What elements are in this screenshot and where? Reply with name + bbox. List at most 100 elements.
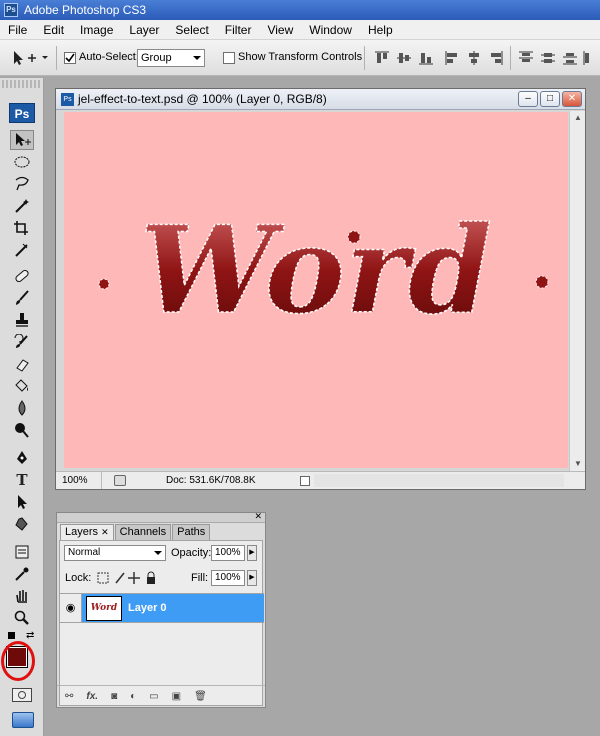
path-selection-icon[interactable] — [10, 492, 34, 512]
pen-tool-icon[interactable] — [10, 448, 34, 468]
scroll-down-icon[interactable]: ▼ — [573, 459, 583, 469]
menu-window[interactable]: Window — [301, 20, 360, 40]
crop-tool-icon[interactable] — [10, 218, 34, 238]
canvas-word-text: Word — [140, 200, 492, 341]
screen-mode-icon[interactable] — [12, 712, 34, 728]
align-right-icon[interactable] — [488, 50, 504, 66]
tab-close-icon[interactable]: ✕ — [101, 527, 109, 537]
align-bottom-icon[interactable] — [418, 50, 434, 66]
menu-bar: File Edit Image Layer Select Filter View Window… — [0, 20, 600, 40]
custom-shape-icon[interactable] — [10, 514, 34, 534]
blend-mode-dropdown[interactable]: Normal — [64, 545, 166, 561]
panel-close-icon[interactable]: ✕ — [254, 511, 262, 522]
tab-channels[interactable]: Channels — [114, 524, 172, 540]
zoom-tool-icon[interactable] — [10, 608, 34, 628]
status-arrow-icon[interactable] — [300, 476, 310, 486]
move-tool-preset-icon[interactable] — [6, 49, 50, 67]
default-colors-icon[interactable] — [8, 632, 15, 639]
paint-bucket-icon[interactable] — [10, 376, 34, 396]
options-separator — [364, 46, 365, 70]
auto-select-checkbox[interactable] — [64, 52, 76, 64]
eraser-icon[interactable] — [10, 354, 34, 374]
distribute-bottom-icon[interactable] — [562, 50, 578, 66]
trash-icon[interactable]: 🗑 — [194, 691, 207, 702]
layer-row[interactable]: ◉ Word Layer 0 — [60, 593, 264, 623]
opacity-arrow-icon[interactable]: ▶ — [247, 545, 257, 561]
align-top-icon[interactable] — [374, 50, 390, 66]
dodge-tool-icon[interactable] — [10, 420, 34, 440]
slice-tool-icon[interactable] — [10, 240, 34, 260]
tab-layers[interactable]: Layers ✕ — [60, 524, 114, 540]
eyedropper-icon[interactable] — [10, 564, 34, 584]
eye-icon[interactable]: ◉ — [60, 594, 82, 622]
fill-arrow-icon[interactable]: ▶ — [247, 570, 257, 586]
marquee-tool-icon[interactable] — [10, 152, 34, 172]
magic-wand-tool-icon[interactable] — [10, 196, 34, 216]
new-layer-icon[interactable]: ▣ — [172, 691, 181, 702]
type-tool-icon[interactable]: T — [10, 470, 34, 490]
swap-colors-icon[interactable]: ⇄ — [26, 630, 34, 641]
toolbox: Ps T ⇄ — [0, 78, 44, 736]
fill-label: Fill: — [191, 572, 209, 584]
align-left-icon[interactable] — [444, 50, 460, 66]
quick-mask-icon[interactable] — [12, 688, 32, 702]
distribute-center-icon[interactable] — [540, 50, 556, 66]
horizontal-scrollbar[interactable] — [314, 474, 564, 487]
status-menu-icon[interactable] — [114, 475, 126, 486]
tab-paths[interactable]: Paths — [172, 524, 211, 540]
show-transform-checkbox[interactable] — [223, 52, 235, 64]
maximize-button[interactable]: □ — [540, 91, 560, 107]
vertical-scrollbar[interactable]: ▲ ▼ — [569, 111, 585, 471]
menu-help[interactable]: Help — [360, 20, 401, 40]
layer-thumbnail: Word — [86, 596, 122, 621]
blend-mode-value: Normal — [68, 547, 101, 558]
canvas-dot-left — [98, 278, 110, 290]
canvas-dot-top — [347, 230, 361, 244]
close-button[interactable]: ✕ — [562, 91, 582, 107]
menu-view[interactable]: View — [259, 20, 301, 40]
panel-header[interactable]: ✕ — [57, 511, 265, 523]
menu-filter[interactable]: Filter — [217, 20, 260, 40]
menu-file[interactable]: File — [0, 20, 35, 40]
distribute-top-icon[interactable] — [518, 50, 534, 66]
hand-tool-icon[interactable] — [10, 586, 34, 606]
fill-input[interactable]: 100% — [211, 570, 245, 586]
app-title: Adobe Photoshop CS3 — [24, 3, 147, 17]
options-bar: Auto-Select: Group Show Transform Contro… — [0, 40, 600, 76]
canvas-artwork: Word — [98, 199, 549, 342]
folder-icon[interactable]: ▭ — [149, 691, 158, 702]
mask-icon[interactable]: ◙ — [111, 691, 117, 702]
scroll-up-icon[interactable]: ▲ — [573, 113, 583, 123]
menu-image[interactable]: Image — [72, 20, 121, 40]
move-tool-icon[interactable] — [10, 130, 34, 150]
adjustment-layer-icon[interactable]: ◐ — [130, 691, 136, 702]
layer-name[interactable]: Layer 0 — [128, 594, 167, 622]
panel-tabs: Layers ✕ Channels Paths — [60, 524, 211, 540]
blur-tool-icon[interactable] — [10, 398, 34, 418]
align-vertical-center-icon[interactable] — [396, 50, 412, 66]
minimize-button[interactable]: – — [518, 91, 538, 107]
toolbox-grip[interactable] — [2, 80, 42, 88]
photoshop-logo-icon: Ps — [4, 3, 18, 17]
align-horizontal-center-icon[interactable] — [466, 50, 482, 66]
auto-select-dropdown[interactable]: Group — [137, 49, 205, 67]
fx-icon[interactable]: fx. — [86, 691, 98, 702]
healing-brush-icon[interactable] — [10, 266, 34, 286]
canvas[interactable]: Word — [64, 112, 568, 468]
menu-layer[interactable]: Layer — [121, 20, 167, 40]
document-title-bar[interactable]: Ps jel-effect-to-text.psd @ 100% (Layer … — [56, 89, 585, 110]
menu-select[interactable]: Select — [167, 20, 216, 40]
zoom-level[interactable]: 100% — [62, 472, 102, 489]
document-status-bar: 100% Doc: 531.6K/708.8K — [56, 471, 585, 489]
opacity-input[interactable]: 100% — [211, 545, 245, 561]
lasso-tool-icon[interactable] — [10, 174, 34, 194]
menu-edit[interactable]: Edit — [35, 20, 72, 40]
notes-tool-icon[interactable] — [10, 542, 34, 562]
distribute-left-icon[interactable] — [582, 50, 598, 66]
clone-stamp-icon[interactable] — [10, 310, 34, 330]
link-layers-icon[interactable]: ⚯ — [65, 691, 73, 702]
brush-tool-icon[interactable] — [10, 288, 34, 308]
history-brush-icon[interactable] — [10, 332, 34, 352]
options-separator — [510, 46, 511, 70]
app-title-bar: Ps Adobe Photoshop CS3 — [0, 0, 600, 20]
